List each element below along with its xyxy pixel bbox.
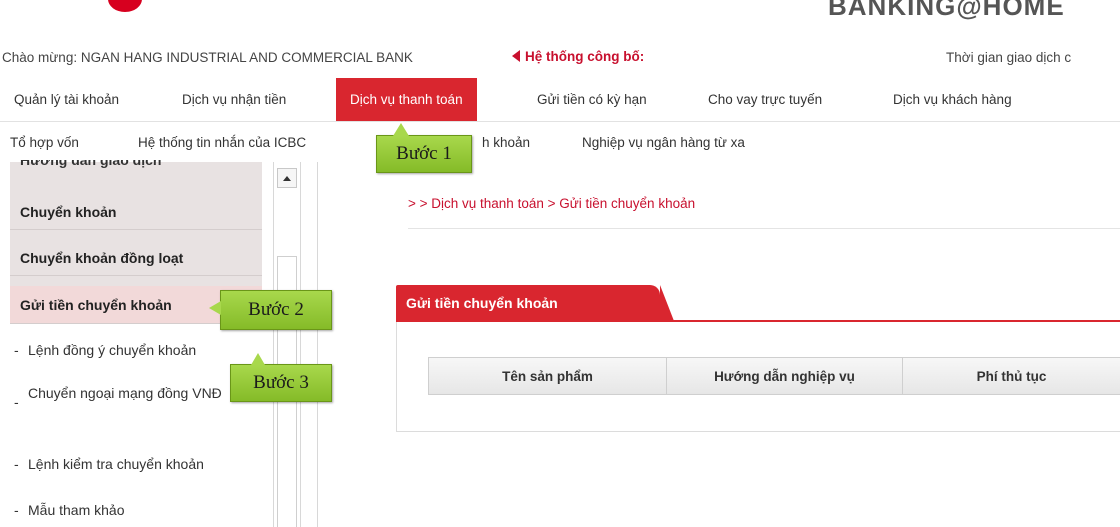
sidebar-subitem-label: Lệnh đồng ý chuyển khoản (28, 342, 197, 358)
menu-payment-services[interactable]: Dịch vụ thanh toán (336, 78, 477, 121)
step-3-callout: Bước 3 (230, 353, 332, 402)
menu-term-deposit[interactable]: Gửi tiền có kỳ hạn (537, 78, 647, 121)
step-1-callout: Bước 1 (376, 123, 472, 173)
menu-icbc-messaging[interactable]: Hệ thống tin nhắn của ICBC (138, 122, 306, 162)
welcome-greeting: Chào mừng: NGAN HANG INDUSTRIAL AND COMM… (2, 50, 413, 65)
menu-accounts[interactable]: h khoản (482, 122, 530, 162)
step-2-label: Bước 2 (248, 299, 304, 320)
breadcrumb[interactable]: > > Dịch vụ thanh toán > Gửi tiền chuyển… (408, 196, 695, 211)
breadcrumb-divider (408, 228, 1120, 229)
sidebar-subitem-transfer-approval[interactable]: - Lệnh đồng ý chuyển khoản (10, 336, 262, 364)
welcome-bar: Chào mừng: NGAN HANG INDUSTRIAL AND COMM… (0, 44, 1120, 74)
table-header-row: Tên sản phẩm Hướng dẫn nghiệp vụ Phí thủ… (428, 357, 1120, 395)
announcement-label: Hệ thống công bố: (525, 49, 645, 64)
column-business-guide: Hướng dẫn nghiệp vụ (666, 357, 903, 395)
sidebar-subitem-reference-forms[interactable]: - Mẫu tham khảo (10, 496, 262, 524)
sidebar-item-bulk-transfer[interactable]: Chuyển khoản đồng loạt (10, 240, 262, 276)
main-menu-row-2: Tổ hợp vốn Hệ thống tin nhắn của ICBC h … (0, 122, 1120, 162)
column-product-name: Tên sản phẩm (428, 357, 667, 395)
menu-receive-money[interactable]: Dịch vụ nhận tiền (182, 78, 286, 121)
step-3-label: Bước 3 (253, 372, 309, 393)
sidebar-heading-cut: Hướng dẫn giao dịch (20, 160, 162, 168)
sidebar-subitem-label: Chuyển ngoại mạng đồng VNĐ (28, 385, 222, 401)
sidebar-menu: Hướng dẫn giao dịch Chuyển khoản Chuyển … (0, 160, 262, 527)
sidebar-divider (317, 162, 318, 527)
callout-tail (393, 123, 409, 136)
menu-remote-banking[interactable]: Nghiệp vụ ngân hàng từ xa (582, 122, 745, 162)
sidebar-subitem-label: Lệnh kiểm tra chuyển khoản (28, 456, 204, 472)
tab-deposit-transfer[interactable]: Gửi tiền chuyển khoản (396, 285, 674, 321)
menu-account-management[interactable]: Quản lý tài khoản (14, 78, 119, 121)
menu-online-loan[interactable]: Cho vay trực tuyến (708, 78, 822, 121)
scroll-up-arrow-icon[interactable] (277, 168, 297, 188)
callout-tail (251, 353, 265, 365)
main-menu-row-1: Quản lý tài khoản Dịch vụ nhận tiền Dịch… (0, 78, 1120, 122)
step-1-label: Bước 1 (396, 143, 452, 164)
transaction-time-label: Thời gian giao dịch c (946, 50, 1072, 65)
left-sidebar: Hướng dẫn giao dịch Chuyển khoản Chuyển … (0, 160, 318, 527)
menu-syndicated-capital[interactable]: Tổ hợp vốn (10, 122, 79, 162)
sidebar-subitem-interbank-vnd[interactable]: - Chuyển ngoại mạng đồng VNĐ (10, 384, 262, 430)
callout-tail (209, 301, 221, 315)
product-table: Tên sản phẩm Hướng dẫn nghiệp vụ Phí thủ… (428, 357, 1120, 395)
column-fee: Phí thủ tục (902, 357, 1120, 395)
menu-customer-service[interactable]: Dịch vụ khách hàng (893, 78, 1012, 121)
sidebar-item-transfer[interactable]: Chuyển khoản (10, 194, 262, 230)
sidebar-scrollbar[interactable] (273, 162, 301, 527)
sidebar-subitem-transfer-check[interactable]: - Lệnh kiểm tra chuyển khoản (10, 450, 262, 478)
announcement[interactable]: Hệ thống công bố: (512, 49, 644, 64)
speaker-icon (512, 50, 520, 62)
brand-title: BANKING@HOME (828, 0, 1065, 21)
sidebar-subitem-label: Mẫu tham khảo (28, 502, 125, 518)
step-2-callout: Bước 2 (209, 290, 332, 330)
icbc-logo (108, 0, 142, 12)
